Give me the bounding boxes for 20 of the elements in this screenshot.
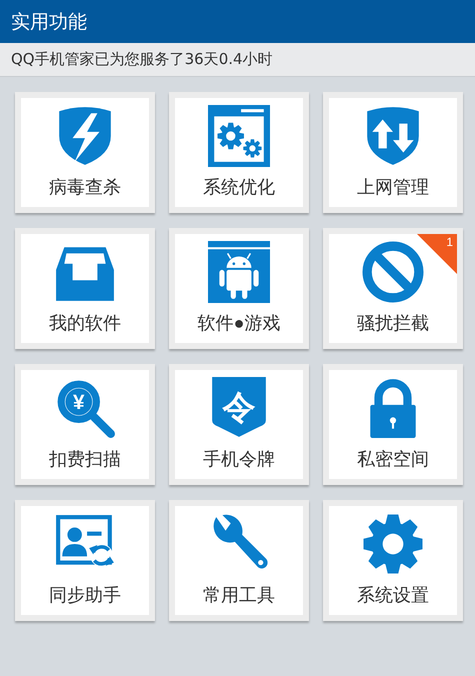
feature-tile[interactable]: 病毒查杀 (15, 92, 155, 213)
badge-count: 1 (446, 235, 453, 249)
feature-tile[interactable]: 系统设置 (323, 500, 463, 621)
feature-tile[interactable]: 软件●游戏 (169, 228, 309, 349)
feature-tile[interactable]: 私密空间 (323, 364, 463, 485)
service-note: QQ手机管家已为您服务了36天0.4小时 (0, 43, 475, 77)
page-title: 实用功能 (11, 10, 87, 34)
no-entry-icon (362, 241, 424, 303)
gear-icon (362, 513, 424, 575)
feature-tile[interactable]: 令 手机令牌 (169, 364, 309, 485)
feature-tile[interactable]: 上网管理 (323, 92, 463, 213)
feature-tile[interactable]: 同步助手 (15, 500, 155, 621)
feature-tile[interactable]: 我的软件 (15, 228, 155, 349)
feature-tile[interactable]: 系统优化 (169, 92, 309, 213)
android-icon (208, 241, 270, 303)
feature-tile[interactable]: 骚扰拦截 1 (323, 228, 463, 349)
feature-tile[interactable]: ¥ 扣费扫描 (15, 364, 155, 485)
feature-tile[interactable]: 常用工具 (169, 500, 309, 621)
corner-badge (417, 234, 457, 274)
window-gears-icon (208, 105, 270, 167)
